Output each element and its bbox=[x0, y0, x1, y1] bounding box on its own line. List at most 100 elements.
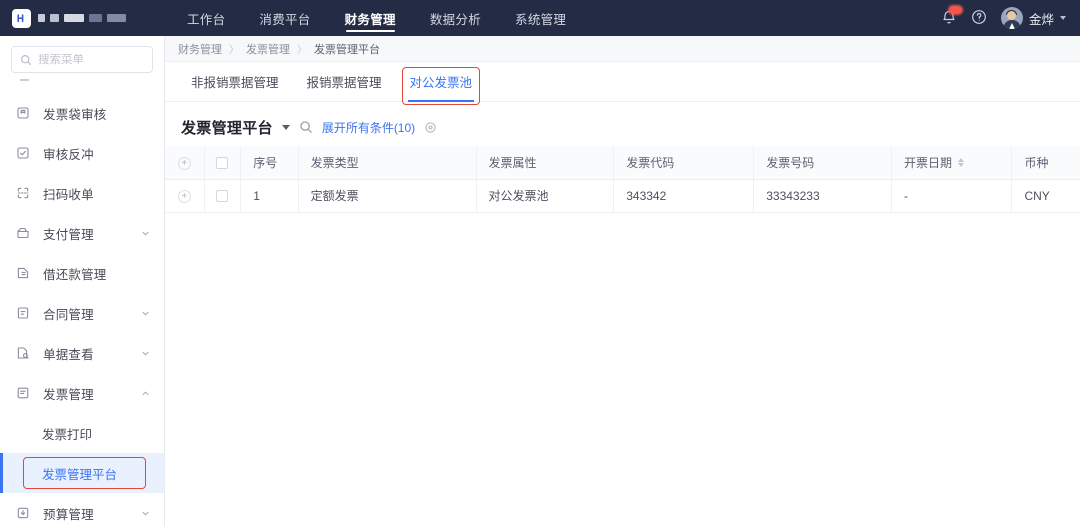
tab-bar: 非报销票据管理 报销票据管理 对公发票池 bbox=[165, 62, 1080, 105]
nav-item-finance[interactable]: 财务管理 bbox=[328, 0, 413, 36]
chevron-down-icon[interactable] bbox=[281, 124, 290, 130]
loan-icon bbox=[16, 266, 31, 281]
row-select-cell[interactable] bbox=[204, 179, 242, 213]
breadcrumb-item-current: 发票管理平台 bbox=[314, 43, 380, 56]
tab-non-reimbursement[interactable]: 非报销票据管理 bbox=[177, 62, 293, 101]
column-header-code[interactable]: 发票代码 bbox=[613, 146, 755, 180]
sidebar-item-label: 预算管理 bbox=[43, 507, 94, 522]
row-expand-cell[interactable]: + bbox=[165, 179, 205, 213]
body-area: 发票袋审核 审核反冲 bbox=[0, 36, 1080, 526]
payment-icon bbox=[16, 226, 31, 241]
column-expand-all[interactable]: + bbox=[165, 146, 205, 180]
document-view-icon bbox=[16, 346, 31, 361]
column-header-date-label: 开票日期 bbox=[903, 155, 952, 170]
sidebar-item-label: 支付管理 bbox=[43, 227, 94, 242]
column-header-type[interactable]: 发票类型 bbox=[298, 146, 477, 180]
column-header-attr[interactable]: 发票属性 bbox=[476, 146, 615, 180]
sidebar-item-label: 发票袋审核 bbox=[43, 107, 107, 122]
invoice-table: + 序号 发票类型 发票属性 发票代码 发票号码 开票日期 币种 + 1 定额发… bbox=[165, 146, 1080, 213]
nav-label: 系统管理 bbox=[515, 12, 567, 27]
budget-icon bbox=[16, 506, 31, 521]
sidebar-subitem-invoice-print[interactable]: 发票打印 bbox=[0, 413, 164, 453]
scan-code-icon bbox=[16, 186, 31, 201]
sidebar-item-label: 合同管理 bbox=[43, 307, 94, 322]
tab-corporate-invoice-pool[interactable]: 对公发票池 bbox=[396, 62, 487, 105]
cell-code: 343342 bbox=[613, 179, 755, 213]
nav-item-system[interactable]: 系统管理 bbox=[498, 0, 583, 36]
sidebar-item-label: 单据查看 bbox=[43, 347, 94, 362]
chevron-down-icon bbox=[141, 509, 150, 518]
invoice-icon bbox=[16, 386, 31, 401]
sidebar-item-label: 借还款管理 bbox=[43, 267, 107, 282]
page-title: 发票管理平台 bbox=[181, 119, 273, 137]
sidebar-item-contract[interactable]: 合同管理 bbox=[0, 293, 164, 333]
main-menu: 工作台 消费平台 财务管理 数据分析 系统管理 bbox=[170, 0, 583, 36]
sidebar-item-document-view[interactable]: 单据查看 bbox=[0, 333, 164, 373]
table-header: + 序号 发票类型 发票属性 发票代码 发票号码 开票日期 币种 bbox=[165, 146, 1080, 180]
chevron-up-icon bbox=[141, 389, 150, 398]
column-header-seq[interactable]: 序号 bbox=[240, 146, 299, 180]
contract-icon bbox=[16, 306, 31, 321]
sidebar-subitem-label: 发票打印 bbox=[42, 427, 93, 442]
table-row[interactable]: + 1 定额发票 对公发票池 343342 33343233 - CNY bbox=[165, 179, 1080, 213]
sort-toggle-icon[interactable] bbox=[957, 157, 964, 167]
column-header-currency[interactable]: 币种 bbox=[1011, 146, 1080, 180]
invoice-bag-icon bbox=[16, 106, 31, 121]
nav-item-consumption[interactable]: 消费平台 bbox=[242, 0, 327, 36]
nav-label: 消费平台 bbox=[259, 12, 311, 27]
search-input[interactable] bbox=[38, 53, 144, 66]
sidebar-scrolled-item bbox=[0, 79, 164, 93]
app-root: 工作台 消费平台 财务管理 数据分析 系统管理 金烨 搜索菜单 发票袋审核 审核… bbox=[0, 0, 1080, 526]
brand-area[interactable] bbox=[0, 8, 165, 28]
nav-item-workbench[interactable]: 工作台 bbox=[170, 0, 242, 36]
column-select-all[interactable] bbox=[204, 146, 242, 180]
tab-label: 非报销票据管理 bbox=[191, 76, 279, 90]
expand-row-icon[interactable]: + bbox=[177, 190, 191, 204]
user-menu[interactable]: 金烨 bbox=[1000, 7, 1066, 29]
top-nav-actions: 金烨 bbox=[941, 5, 1080, 29]
tab-label: 对公发票池 bbox=[409, 76, 473, 90]
expand-all-icon[interactable]: + bbox=[177, 157, 191, 170]
breadcrumb-item-invoice[interactable]: 发票管理 bbox=[246, 41, 290, 57]
chevron-down-icon bbox=[141, 229, 150, 238]
cell-attr: 对公发票池 bbox=[476, 179, 615, 213]
column-header-date[interactable]: 开票日期 bbox=[891, 146, 1013, 180]
sidebar-item-loan-repayment[interactable]: 借还款管理 bbox=[0, 253, 164, 293]
breadcrumb-separator: 〉 bbox=[297, 45, 307, 56]
top-navigation-bar: 工作台 消费平台 财务管理 数据分析 系统管理 金烨 bbox=[0, 0, 1080, 36]
sidebar-item-budget[interactable]: 预算管理 bbox=[0, 493, 164, 526]
user-name: 金烨 bbox=[1028, 12, 1054, 27]
tab-reimbursement[interactable]: 报销票据管理 bbox=[293, 62, 396, 101]
settings-gear-icon[interactable] bbox=[424, 121, 437, 134]
help-circle-icon[interactable] bbox=[971, 9, 989, 27]
sidebar-search[interactable] bbox=[11, 46, 153, 73]
sidebar-item-invoice-bag-audit[interactable]: 发票袋审核 bbox=[0, 93, 164, 133]
chevron-down-icon bbox=[141, 349, 150, 358]
expand-conditions-link[interactable]: 展开所有条件(10) bbox=[322, 119, 415, 136]
page-header: 发票管理平台 展开所有条件(10) bbox=[165, 108, 1080, 146]
sidebar-item-audit-reverse[interactable]: 审核反冲 bbox=[0, 133, 164, 173]
avatar bbox=[1000, 7, 1023, 29]
sidebar-item-payment[interactable]: 支付管理 bbox=[0, 213, 164, 253]
breadcrumb-item-finance[interactable]: 财务管理 bbox=[178, 41, 222, 57]
tab-label: 报销票据管理 bbox=[306, 76, 382, 90]
sidebar-item-invoice-management[interactable]: 发票管理 bbox=[0, 373, 164, 413]
invoice-table-container[interactable]: + 序号 发票类型 发票属性 发票代码 发票号码 开票日期 币种 + 1 定额发… bbox=[165, 146, 1080, 526]
row-checkbox[interactable] bbox=[216, 190, 229, 203]
brand-name-redacted bbox=[38, 14, 126, 22]
bell-icon[interactable] bbox=[941, 5, 963, 27]
cell-date: - bbox=[891, 179, 1013, 213]
notification-badge bbox=[947, 5, 963, 15]
chevron-down-icon bbox=[141, 309, 150, 318]
nav-item-analytics[interactable]: 数据分析 bbox=[413, 0, 498, 36]
cell-currency: CNY bbox=[1011, 179, 1080, 213]
sidebar-item-scan-code[interactable]: 扫码收单 bbox=[0, 173, 164, 213]
breadcrumb-separator: 〉 bbox=[229, 45, 239, 56]
column-header-number[interactable]: 发票号码 bbox=[753, 146, 892, 180]
sidebar: 发票袋审核 审核反冲 bbox=[0, 36, 165, 526]
breadcrumb: 财务管理 〉 发票管理 〉 发票管理平台 bbox=[165, 36, 1080, 62]
sidebar-item-label: 扫码收单 bbox=[43, 187, 94, 202]
search-icon[interactable] bbox=[299, 120, 313, 134]
sidebar-subitem-invoice-platform[interactable]: 发票管理平台 bbox=[0, 453, 164, 493]
select-all-checkbox[interactable] bbox=[216, 157, 229, 170]
